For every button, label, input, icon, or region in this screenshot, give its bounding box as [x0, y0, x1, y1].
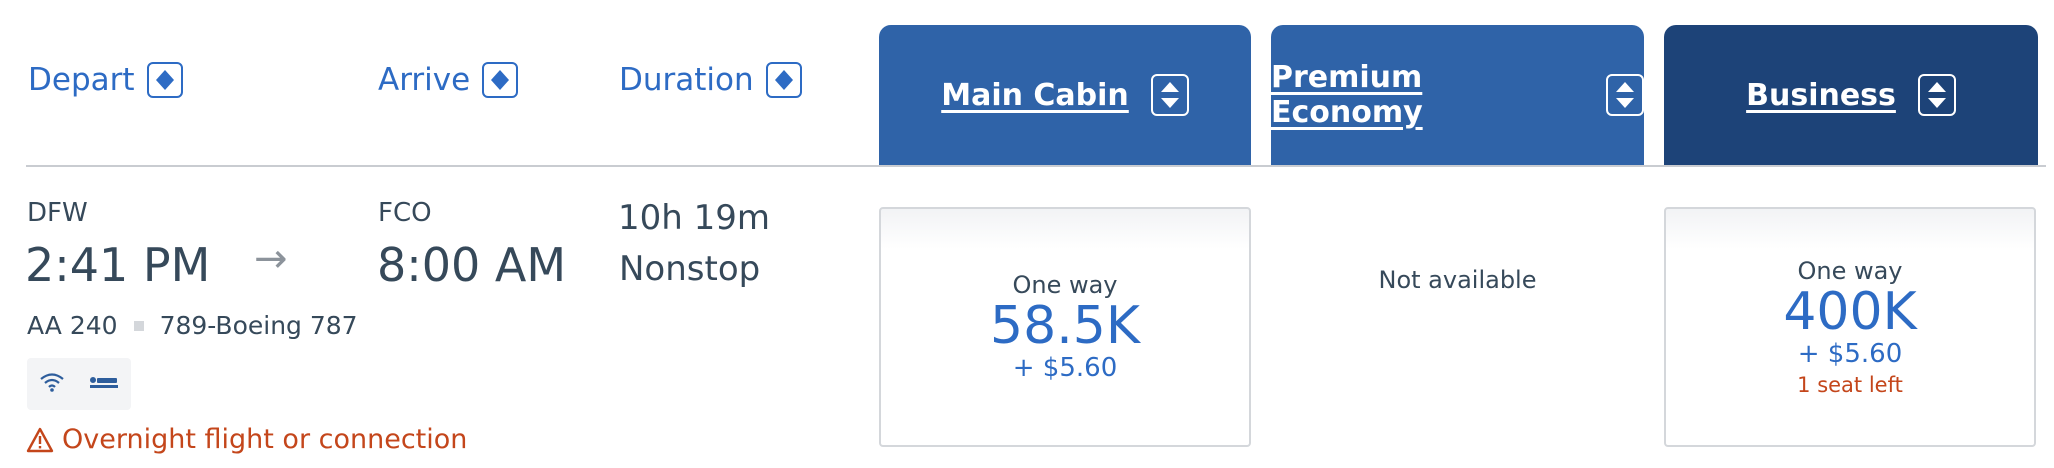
fare-main-cabin[interactable]: One way 58.5K + $5.60: [879, 207, 1251, 447]
sort-arrive-label: Arrive: [378, 62, 471, 98]
depart-time: 2:41 PM: [25, 238, 211, 292]
sort-arrows-icon: [1150, 74, 1189, 116]
sort-arrows-icon: [1917, 74, 1956, 116]
flight-number[interactable]: AA 240: [27, 311, 118, 340]
sort-duration-label: Duration: [619, 62, 754, 98]
sort-duration[interactable]: Duration: [619, 62, 802, 98]
overnight-warning-text: Overnight flight or connection: [62, 424, 468, 455]
sort-depart-label: Depart: [28, 62, 135, 98]
fare-miles: 400K: [1783, 281, 1917, 342]
destination-code: FCO: [378, 198, 432, 228]
seats-left: 1 seat left: [1797, 373, 1903, 398]
fare-miles: 58.5K: [990, 295, 1140, 356]
fare-oneway-label: One way: [1012, 270, 1118, 299]
sort-arrows-icon: [482, 62, 519, 98]
sort-arrive[interactable]: Arrive: [378, 62, 519, 98]
aircraft-type[interactable]: 789-Boeing 787: [160, 311, 358, 340]
origin-code: DFW: [27, 198, 88, 228]
separator-dot: [133, 320, 144, 331]
fare-tax: + $5.60: [1012, 353, 1118, 384]
fare-tax: + $5.60: [1797, 339, 1903, 370]
fare-premium-economy-unavailable: Not available: [1378, 266, 1537, 294]
tab-main-cabin-label: Main Cabin: [941, 77, 1129, 113]
fare-business[interactable]: One way 400K + $5.60 1 seat left: [1664, 207, 2036, 447]
flight-duration: 10h 19m: [618, 198, 771, 238]
wifi-icon: [39, 372, 65, 396]
sort-arrows-icon: [146, 62, 183, 98]
warning-icon: [26, 427, 54, 452]
sort-arrows-icon: [765, 62, 802, 98]
arrow-right-icon: →: [254, 236, 288, 282]
flight-info: AA 240 789-Boeing 787: [27, 311, 358, 340]
header-divider: [26, 165, 2046, 167]
lie-flat-seat-icon: [89, 375, 119, 394]
amenities[interactable]: [27, 358, 131, 410]
stops: Nonstop: [619, 249, 761, 289]
overnight-warning: Overnight flight or connection: [26, 424, 467, 455]
tab-business-label: Business: [1746, 77, 1896, 113]
sort-depart[interactable]: Depart: [28, 62, 183, 98]
tab-business[interactable]: Business: [1664, 25, 2038, 165]
tab-main-cabin[interactable]: Main Cabin: [879, 25, 1251, 165]
sort-arrows-icon: [1606, 74, 1644, 116]
tab-premium-economy-label: Premium Economy: [1271, 60, 1423, 130]
arrive-time: 8:00 AM: [377, 238, 567, 292]
fare-oneway-label: One way: [1797, 256, 1903, 285]
tab-premium-economy[interactable]: Premium Economy: [1271, 25, 1644, 165]
